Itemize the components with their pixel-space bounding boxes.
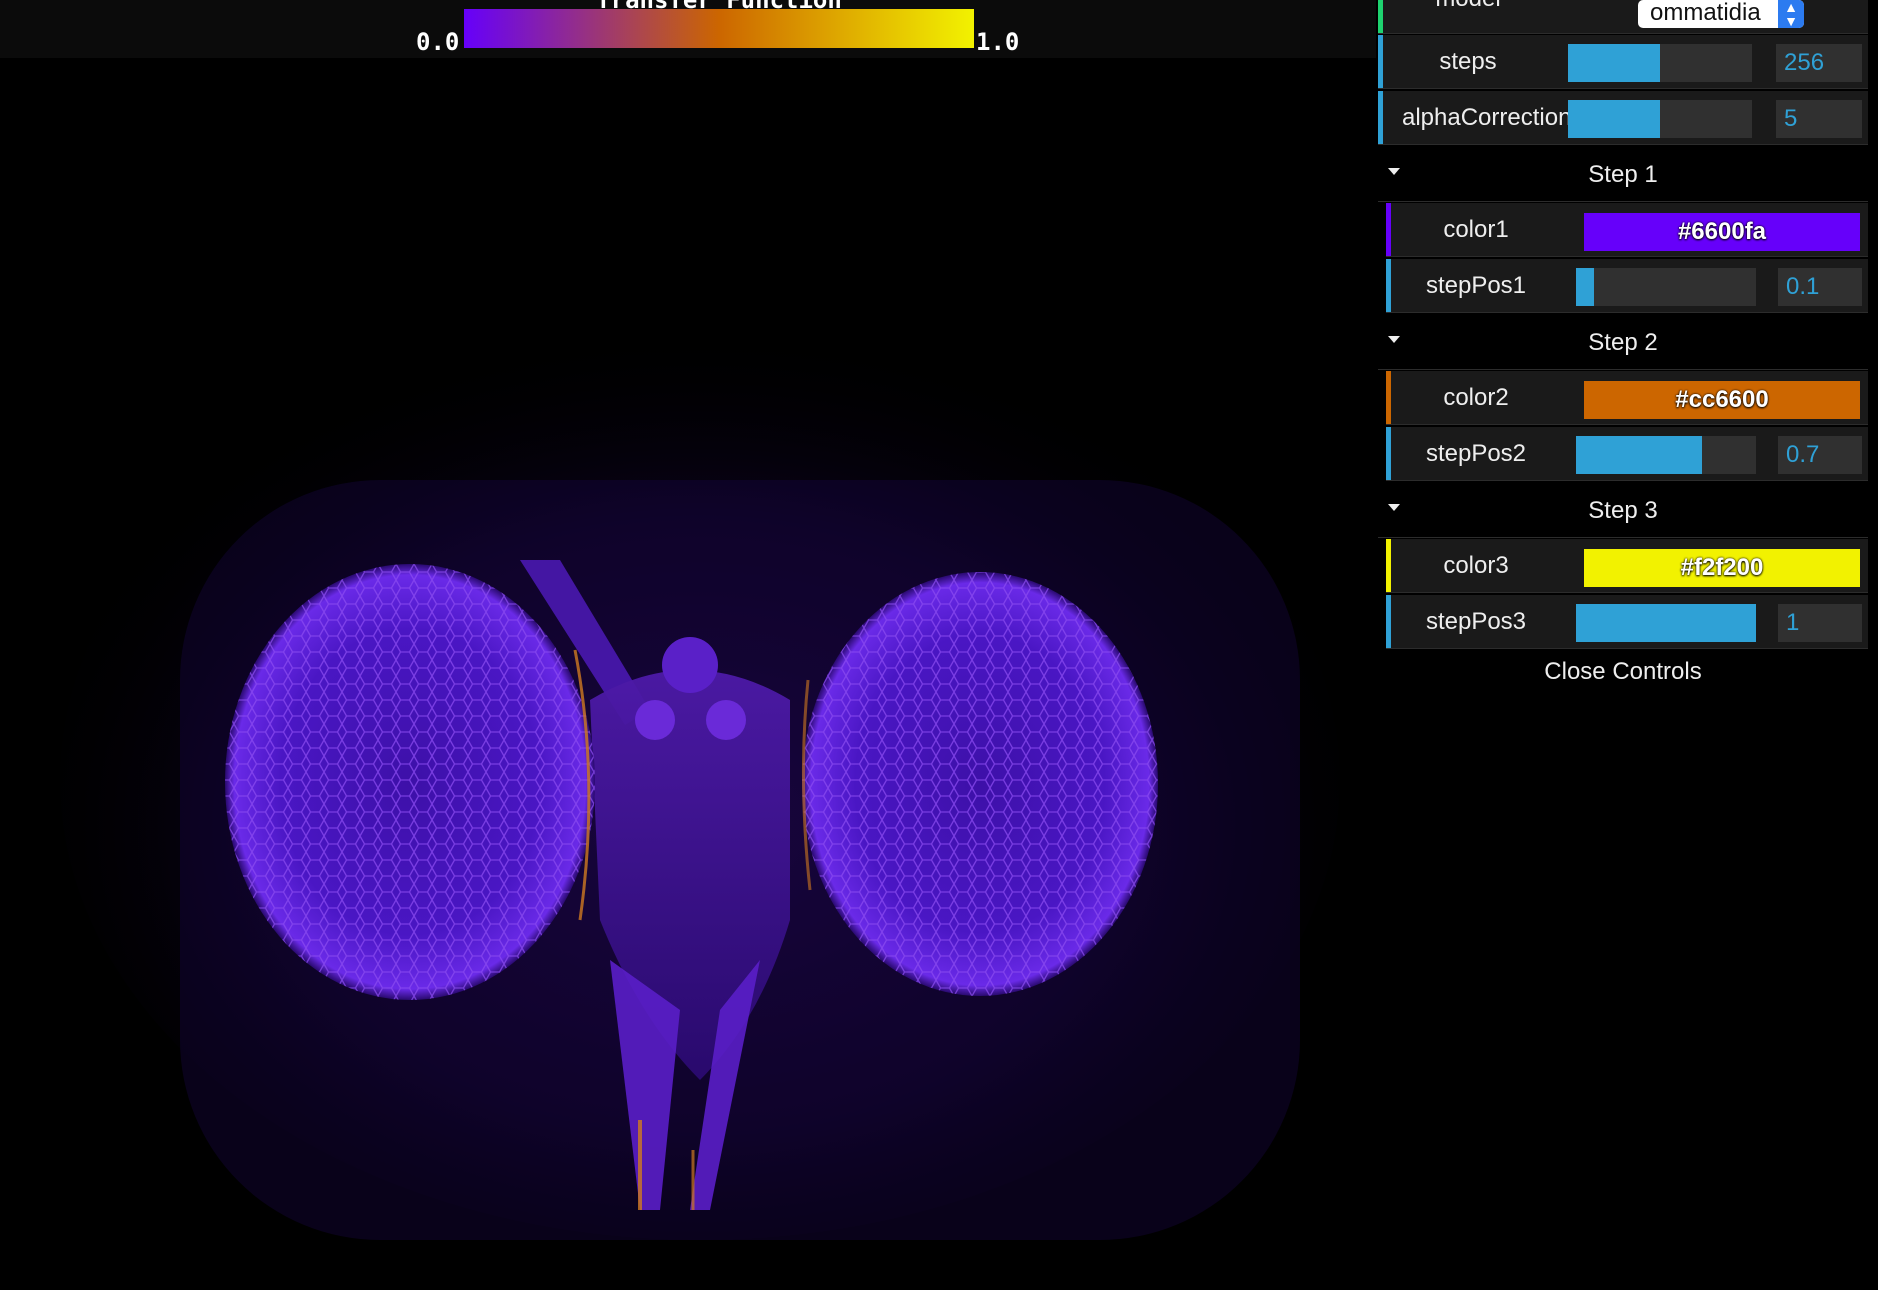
folder-step-2-title: Step 2 xyxy=(1588,329,1658,356)
model-select-value: ommatidia xyxy=(1650,0,1761,26)
steps-slider-fill xyxy=(1568,44,1660,82)
step-pos2-row-accent xyxy=(1386,427,1391,480)
color2-row: color2 #cc6600 xyxy=(1386,371,1868,425)
alpha-correction-input[interactable]: 5 xyxy=(1776,100,1862,138)
step-pos3-slider-fill xyxy=(1576,604,1756,642)
step-pos1-slider-fill xyxy=(1576,268,1594,306)
step-pos1-label: stepPos1 xyxy=(1425,272,1527,299)
transfer-function-gradient-bar xyxy=(464,9,974,48)
step-pos3-input[interactable]: 1 xyxy=(1778,604,1862,642)
color2-label: color2 xyxy=(1443,384,1509,411)
steps-label: steps xyxy=(1439,48,1497,75)
close-controls-button[interactable]: Close Controls xyxy=(1378,650,1868,694)
steps-row: steps 256 xyxy=(1378,35,1868,89)
transfer-function-legend: Transfer Function 0.0 1.0 xyxy=(0,0,1376,58)
step-pos2-row: stepPos2 0.7 xyxy=(1386,427,1868,481)
alpha-correction-row-accent xyxy=(1378,91,1383,144)
transfer-function-max-label: 1.0 xyxy=(976,28,1020,56)
step-pos2-slider-fill xyxy=(1576,436,1702,474)
alpha-correction-row: alphaCorrection 5 xyxy=(1378,91,1868,145)
app-stage: Transfer Function 0.0 1.0 ommatidia ▲ ▼ … xyxy=(0,0,1878,1290)
color3-row-accent xyxy=(1386,539,1391,592)
steps-slider[interactable] xyxy=(1568,44,1752,82)
volume-render-canvas[interactable] xyxy=(0,60,1376,1290)
step-pos2-input[interactable]: 0.7 xyxy=(1778,436,1862,474)
step-pos1-row-accent xyxy=(1386,259,1391,312)
folder-step-3[interactable]: Step 3 xyxy=(1378,484,1868,538)
eye-facets-left xyxy=(225,564,595,1000)
step-pos2-slider[interactable] xyxy=(1576,436,1756,474)
folder-step-1-title: Step 1 xyxy=(1588,161,1658,188)
step-pos3-label: stepPos3 xyxy=(1425,608,1527,635)
model-select[interactable]: ommatidia ▲ ▼ xyxy=(1638,0,1804,28)
step-pos3-row: stepPos3 1 xyxy=(1386,595,1868,649)
antenna-socket-left xyxy=(635,700,675,740)
folder-step-3-title: Step 3 xyxy=(1588,497,1658,524)
step-pos2-label: stepPos2 xyxy=(1425,440,1527,467)
step-pos3-slider[interactable] xyxy=(1576,604,1756,642)
color1-row: color1 #6600fa xyxy=(1386,203,1868,257)
color2-picker[interactable]: #cc6600 xyxy=(1584,381,1860,419)
step-pos3-row-accent xyxy=(1386,595,1391,648)
color3-label: color3 xyxy=(1443,552,1509,579)
model-label: model xyxy=(1388,0,1548,26)
color3-row: color3 #f2f200 xyxy=(1386,539,1868,593)
folder-step-2[interactable]: Step 2 xyxy=(1378,316,1868,370)
step-pos1-row: stepPos1 0.1 xyxy=(1386,259,1868,313)
color1-label: color1 xyxy=(1443,216,1509,243)
transfer-function-min-label: 0.0 xyxy=(416,28,460,56)
color3-picker[interactable]: #f2f200 xyxy=(1584,549,1860,587)
alpha-correction-slider[interactable] xyxy=(1568,100,1752,138)
antenna-socket-right xyxy=(706,700,746,740)
model-row: model ommatidia ▲▼ xyxy=(1378,0,1868,34)
alpha-correction-slider-fill xyxy=(1568,100,1660,138)
folder-step-1[interactable]: Step 1 xyxy=(1378,148,1868,202)
model-row-accent xyxy=(1378,0,1383,33)
color2-row-accent xyxy=(1386,371,1391,424)
step-pos1-slider[interactable] xyxy=(1576,268,1756,306)
alpha-correction-label: alphaCorrection xyxy=(1402,104,1572,131)
step-pos1-input[interactable]: 0.1 xyxy=(1778,268,1862,306)
control-panel: model ommatidia ▲▼ steps 256 alphaCorrec… xyxy=(1378,0,1868,700)
color1-picker[interactable]: #6600fa xyxy=(1584,213,1860,251)
color1-row-accent xyxy=(1386,203,1391,256)
select-arrows-icon: ▲ ▼ xyxy=(1778,0,1804,28)
steps-row-accent xyxy=(1378,35,1383,88)
steps-input[interactable]: 256 xyxy=(1776,44,1862,82)
antenna-base xyxy=(662,637,718,693)
eye-facets-right xyxy=(802,572,1158,996)
